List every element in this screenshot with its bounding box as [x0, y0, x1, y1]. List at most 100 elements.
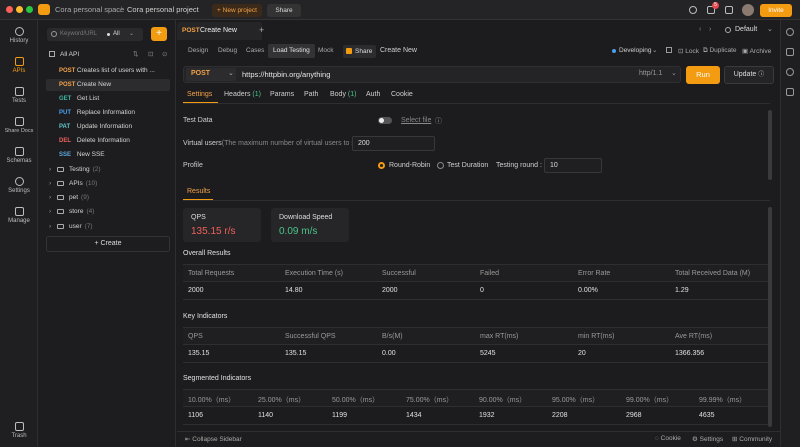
test-data-toggle[interactable] [378, 117, 392, 124]
protocol-select[interactable]: http/1.1 [639, 70, 662, 77]
nav-schemas[interactable]: Schemas [0, 147, 38, 164]
url-bar: POST ⌄ https://httpbin.org/anything http… [183, 66, 681, 83]
mode-debug[interactable]: Debug [213, 44, 242, 58]
download-card-label: Download Speed [279, 214, 333, 221]
chevron-left-icon[interactable]: ‹ [699, 26, 701, 33]
settings-scrollbar[interactable] [768, 110, 772, 180]
update-button[interactable]: Update ⓘ [724, 66, 774, 84]
url-input[interactable]: https://httpbin.org/anything [242, 70, 330, 79]
all-api-row[interactable]: All API ⇅ ⊡ ⊙ [46, 49, 170, 61]
space-name[interactable]: Cora personal space [55, 5, 124, 14]
breadcrumb-separator: / [120, 5, 123, 14]
add-api-button[interactable]: + [151, 27, 167, 41]
duplicate-button[interactable]: ⧉ Duplicate [703, 47, 737, 55]
nav-share-docs[interactable]: Share Docs [0, 117, 38, 134]
cookie-button[interactable]: ◌ Cookie [655, 435, 681, 442]
results-tab[interactable]: Results [187, 188, 210, 195]
help-icon[interactable]: ⓘ [435, 116, 442, 126]
comment-icon[interactable] [786, 48, 794, 56]
subtab-settings[interactable]: Settings [187, 91, 212, 98]
subtab-body[interactable]: Body (1) [330, 91, 356, 98]
collapse-sidebar-button[interactable]: ⇤ Collapse Sidebar [185, 435, 242, 443]
test-duration-radio[interactable] [437, 162, 444, 169]
subtab-auth[interactable]: Auth [366, 91, 380, 98]
method-select[interactable]: POST ⌄ [186, 68, 236, 81]
endpoint-row[interactable]: PAT Update Information [46, 121, 170, 133]
nav-tests[interactable]: Tests [0, 87, 38, 104]
lock-button[interactable]: ⊡ Lock [678, 47, 699, 55]
folder-row[interactable]: › APIs (10) [46, 178, 170, 190]
folder-row[interactable]: › pet (9) [46, 192, 170, 204]
nav-apis[interactable]: APIs [0, 57, 38, 74]
mode-mock[interactable]: Mock [313, 44, 339, 58]
maximize-window-icon[interactable] [26, 6, 33, 13]
open-external-icon[interactable] [666, 47, 672, 53]
archive-icon: ▣ [742, 48, 750, 55]
endpoint-row[interactable]: POST Creates list of users with ... [46, 65, 170, 77]
nav-settings[interactable]: Settings [0, 177, 38, 194]
testing-round-input[interactable]: 10 [544, 158, 602, 173]
community-button[interactable]: ⊞ Community [732, 435, 772, 443]
settings-button[interactable]: ⚙ Settings [692, 435, 723, 443]
nav-history[interactable]: History [0, 27, 38, 44]
virtual-users-input[interactable]: 200 [352, 136, 435, 151]
tab-create-new[interactable]: POST Create New [177, 22, 262, 40]
divider [183, 200, 770, 201]
endpoint-row[interactable]: DEL Delete Information [46, 135, 170, 147]
results-scrollbar[interactable] [768, 207, 772, 427]
subtab-headers[interactable]: Headers (1) [224, 91, 261, 98]
folder-row[interactable]: › Testing (2) [46, 164, 170, 176]
nav-trash[interactable]: Trash [0, 422, 38, 439]
invite-button[interactable]: Invite [760, 4, 792, 17]
more-icon[interactable]: ⊙ [162, 49, 167, 61]
folder-row[interactable]: › store (4) [46, 206, 170, 218]
avatar[interactable] [742, 4, 754, 16]
create-button[interactable]: + Create [46, 236, 170, 252]
subtab-params[interactable]: Params [270, 91, 294, 98]
add-tab-button[interactable]: + [259, 25, 264, 35]
qps-card-label: QPS [191, 214, 206, 221]
endpoint-row[interactable]: GET Get List [46, 93, 170, 105]
filter-dot-icon [107, 33, 110, 36]
filter-icon[interactable]: ⇅ [133, 49, 138, 61]
round-robin-label: Round-Robin [389, 162, 431, 169]
close-window-icon[interactable] [6, 6, 13, 13]
new-project-button[interactable]: + New project [212, 4, 262, 17]
search-input[interactable]: Keyword/URL All ⌄ [47, 28, 143, 41]
nav-manage[interactable]: Manage [0, 207, 38, 224]
share-project-button[interactable]: Share [267, 4, 301, 17]
filter-select[interactable]: All [113, 31, 120, 37]
collapse-icon[interactable]: ⊡ [148, 49, 153, 61]
status-select[interactable]: Developing [619, 47, 652, 54]
select-file-link[interactable]: Select file [401, 117, 431, 124]
history-icon[interactable] [786, 68, 794, 76]
share-request-button[interactable]: Share [343, 45, 376, 58]
tab-method: POST [182, 27, 200, 34]
round-robin-radio[interactable] [378, 162, 385, 169]
run-button[interactable]: Run [686, 66, 720, 84]
endpoint-row[interactable]: PUT Replace Information [46, 107, 170, 119]
grid-icon [14, 207, 24, 216]
archive-button[interactable]: ▣ Archive [742, 47, 771, 55]
profile-label: Profile [183, 162, 203, 169]
nav-label: Settings [8, 188, 30, 194]
folder-row[interactable]: › user (7) [46, 221, 170, 233]
endpoint-row-selected[interactable]: POST Create New [46, 79, 170, 91]
mode-load-testing[interactable]: Load Testing [268, 44, 315, 58]
request-name[interactable]: Create New [380, 47, 417, 54]
settings-gear-icon[interactable] [725, 6, 733, 14]
mode-design[interactable]: Design [183, 44, 213, 58]
column-header: Error Rate [578, 270, 611, 277]
mode-cases[interactable]: Cases [241, 44, 269, 58]
endpoint-row[interactable]: SSE New SSE [46, 149, 170, 161]
sync-icon[interactable] [689, 6, 697, 14]
subtab-path[interactable]: Path [304, 91, 318, 98]
code-icon[interactable] [786, 88, 794, 96]
subtab-cookie[interactable]: Cookie [391, 91, 413, 98]
environment-select[interactable]: Default ⌄ [722, 24, 778, 38]
inspect-icon[interactable] [786, 28, 794, 36]
chevron-right-icon[interactable]: › [709, 26, 711, 33]
minimize-window-icon[interactable] [16, 6, 23, 13]
project-name[interactable]: Cora personal project [127, 5, 199, 14]
bottom-bar [177, 431, 780, 447]
